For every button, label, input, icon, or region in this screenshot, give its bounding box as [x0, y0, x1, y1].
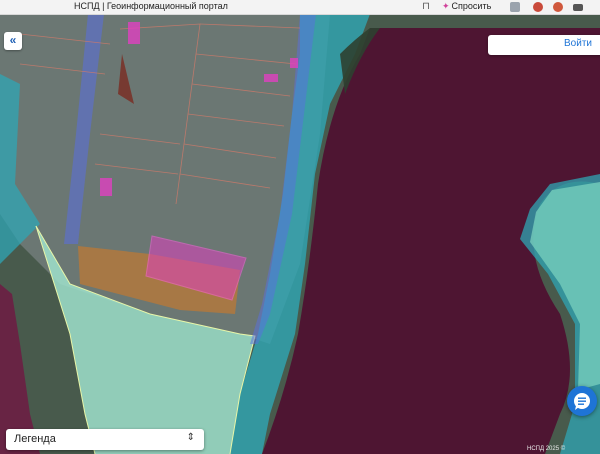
chevron-updown-icon: ⇕: [186, 432, 195, 443]
tab-title: НСПД | Геоинформационный портал: [74, 1, 228, 11]
magenta-building: [264, 74, 278, 82]
magenta-building: [290, 58, 298, 68]
extension-red-icon[interactable]: [533, 2, 543, 12]
ask-button[interactable]: ✦ Спросить: [442, 0, 491, 14]
login-panel: Войти: [488, 35, 600, 55]
chat-icon: [574, 393, 590, 410]
extension-drive-icon[interactable]: [573, 4, 583, 11]
extension-red2-icon[interactable]: [553, 2, 563, 12]
map-attribution: НСПД 2025 ©: [527, 446, 566, 452]
browser-tab-bar: НСПД | Геоинформационный портал ⊓ ✦ Спрос…: [0, 0, 600, 15]
collapse-panel-button[interactable]: «: [4, 32, 22, 50]
map-canvas[interactable]: « Войти: [0, 14, 600, 454]
map-layers: [0, 14, 600, 454]
magenta-building: [128, 22, 140, 44]
sparkle-icon: ✦: [442, 1, 450, 11]
extension-shield-icon[interactable]: [510, 2, 520, 12]
ask-label: Спросить: [451, 1, 492, 11]
magenta-building: [100, 178, 112, 196]
chat-button[interactable]: [567, 386, 597, 416]
legend-dropdown[interactable]: Легенда ⇕: [6, 429, 204, 450]
bookmark-icon[interactable]: ⊓: [420, 0, 432, 14]
login-button[interactable]: Войти: [564, 38, 592, 49]
legend-label: Легенда: [14, 433, 56, 445]
